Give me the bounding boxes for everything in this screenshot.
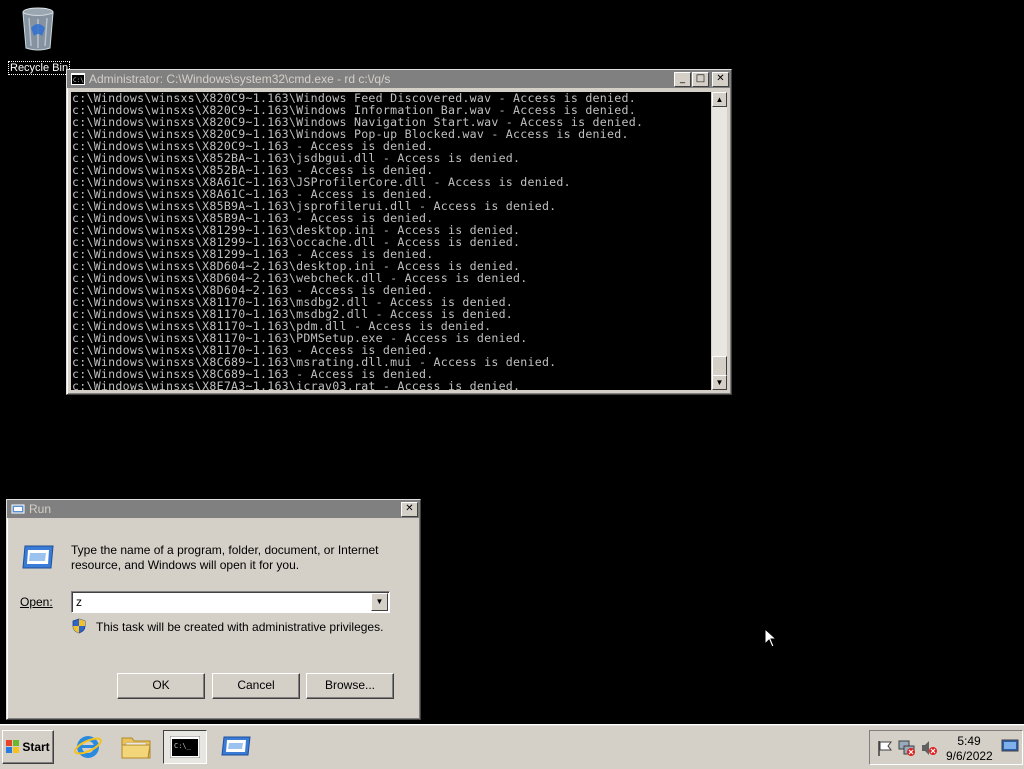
action-center-flag-icon[interactable] bbox=[876, 739, 894, 757]
recycle-bin-label: Recycle Bin bbox=[8, 61, 71, 75]
taskbar-internet-explorer[interactable] bbox=[66, 730, 110, 762]
scroll-up-arrow-icon[interactable]: ▲ bbox=[712, 92, 727, 107]
folder-icon bbox=[121, 737, 151, 759]
uac-shield-icon bbox=[72, 618, 86, 634]
cmd-title: Administrator: C:\Windows\system32\cmd.e… bbox=[89, 72, 391, 86]
cmd-taskbar-icon: C:\_ bbox=[170, 736, 200, 758]
run-admin-note: This task will be created with administr… bbox=[96, 620, 384, 634]
run-open-input[interactable] bbox=[76, 594, 361, 609]
run-close-button[interactable]: ✕ bbox=[401, 501, 418, 517]
scroll-thumb[interactable] bbox=[712, 356, 727, 376]
show-desktop-icon[interactable] bbox=[1001, 737, 1019, 755]
run-program-icon bbox=[22, 545, 54, 569]
volume-muted-icon[interactable] bbox=[920, 739, 938, 757]
system-tray: 5:49 9/6/2022 bbox=[869, 730, 1023, 765]
recycle-bin-icon bbox=[22, 7, 54, 51]
start-button[interactable]: Start bbox=[2, 730, 54, 764]
run-titlebar[interactable]: Run ✕ bbox=[7, 500, 420, 518]
run-open-combobox[interactable]: ▼ bbox=[71, 591, 390, 613]
ok-button[interactable]: OK bbox=[117, 673, 205, 699]
run-description: Type the name of a program, folder, docu… bbox=[71, 543, 379, 572]
mouse-cursor-icon bbox=[764, 628, 778, 648]
start-label: Start bbox=[22, 740, 50, 754]
taskbar-file-explorer[interactable] bbox=[114, 730, 158, 762]
run-title: Run bbox=[29, 502, 52, 516]
cmd-window[interactable]: C:\ Administrator: C:\Windows\system32\c… bbox=[66, 69, 732, 395]
browse-button[interactable]: Browse... bbox=[306, 673, 394, 699]
run-open-label: Open: bbox=[20, 595, 53, 609]
clock[interactable]: 5:49 9/6/2022 bbox=[946, 734, 993, 764]
run-taskbar-icon bbox=[221, 736, 251, 756]
cmd-scrollbar[interactable]: ▲ ▼ bbox=[712, 92, 727, 390]
taskbar-cmd[interactable]: C:\_ bbox=[163, 730, 207, 764]
network-icon[interactable] bbox=[898, 739, 916, 757]
cmd-maximize-button[interactable]: □ bbox=[692, 71, 709, 87]
cmd-titlebar[interactable]: C:\ Administrator: C:\Windows\system32\c… bbox=[67, 70, 731, 88]
run-title-icon bbox=[11, 504, 25, 514]
internet-explorer-icon bbox=[74, 736, 102, 758]
svg-text:C:\: C:\ bbox=[73, 77, 84, 84]
svg-text:C:\_: C:\_ bbox=[174, 742, 192, 750]
cancel-button[interactable]: Cancel bbox=[212, 673, 300, 699]
run-dialog[interactable]: Run ✕ Type the name of a program, folder… bbox=[6, 499, 421, 720]
scroll-down-arrow-icon[interactable]: ▼ bbox=[712, 375, 727, 390]
clock-time: 5:49 bbox=[957, 734, 981, 748]
dropdown-arrow-icon[interactable]: ▼ bbox=[371, 593, 388, 611]
cmd-console-output[interactable]: c:\Windows\winsxs\X820C9~1.163\Windows F… bbox=[71, 92, 711, 390]
cmd-close-button[interactable]: ✕ bbox=[712, 71, 729, 87]
cmd-minimize-button[interactable]: _ bbox=[674, 71, 691, 87]
cmd-icon: C:\ bbox=[71, 73, 85, 85]
windows-flag-icon bbox=[6, 740, 20, 753]
recycle-bin-desktop-icon[interactable]: Recycle Bin bbox=[8, 6, 71, 76]
taskbar-run[interactable] bbox=[214, 730, 258, 762]
clock-date: 9/6/2022 bbox=[946, 749, 993, 763]
taskbar: Start C:\_ 5:49 9/6/2022 bbox=[0, 724, 1024, 769]
console-line: c:\Windows\winsxs\X8E7A3~1.163\icrav03.r… bbox=[72, 379, 521, 390]
